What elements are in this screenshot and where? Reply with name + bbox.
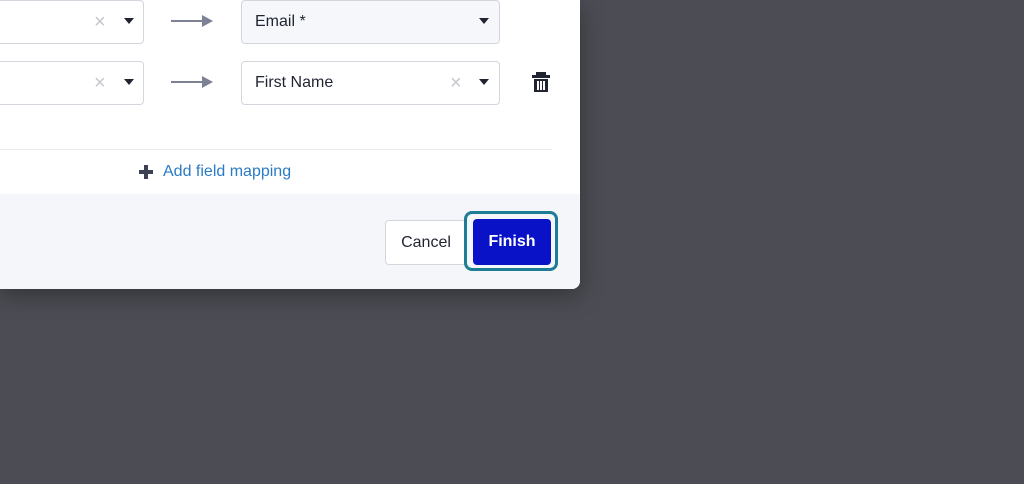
cancel-button[interactable]: Cancel [385, 220, 467, 265]
trash-icon[interactable] [530, 71, 552, 93]
plus-icon [139, 165, 153, 179]
clear-icon[interactable]: × [94, 1, 106, 43]
target-field-select-1[interactable]: Email * [241, 0, 500, 44]
add-field-mapping-label: Add field mapping [163, 163, 292, 180]
source-field-select-1[interactable]: × [0, 0, 144, 44]
field-mapping-dialog: × Email * × First Name × Add field mappi… [0, 0, 580, 289]
target-field-value-1: Email * [255, 13, 306, 30]
chevron-down-icon[interactable] [479, 79, 489, 85]
clear-icon[interactable]: × [450, 62, 462, 104]
chevron-down-icon[interactable] [124, 79, 134, 85]
dialog-body: × Email * × First Name × Add field mappi… [0, 0, 580, 194]
chevron-down-icon[interactable] [479, 18, 489, 24]
target-field-select-2[interactable]: First Name × [241, 61, 500, 105]
clear-icon[interactable]: × [94, 62, 106, 104]
source-field-select-2[interactable]: × [0, 61, 144, 105]
arrow-right-icon [171, 15, 213, 27]
arrow-right-icon [171, 76, 213, 88]
divider [0, 149, 552, 150]
target-field-value-2: First Name [255, 74, 334, 91]
finish-button[interactable]: Finish [473, 219, 551, 265]
chevron-down-icon[interactable] [124, 18, 134, 24]
add-field-mapping-link[interactable]: Add field mapping [138, 160, 291, 184]
